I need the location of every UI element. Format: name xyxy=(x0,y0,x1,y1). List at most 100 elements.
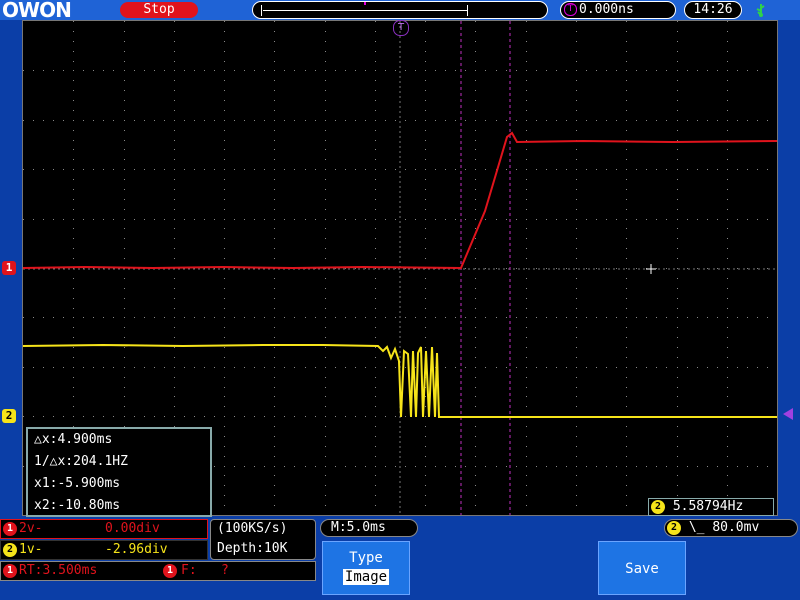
grid-dot xyxy=(616,268,617,269)
grid-dot xyxy=(717,120,718,121)
grid-dot xyxy=(174,80,175,81)
grid-dot xyxy=(174,149,175,150)
grid-dot xyxy=(717,70,718,71)
grid-dot xyxy=(375,110,376,111)
logo-text: OWON xyxy=(2,0,72,22)
grid-dot xyxy=(425,347,426,348)
ch1-offset-marker[interactable]: 1 xyxy=(2,261,16,275)
grid-dot xyxy=(475,396,476,397)
grid-dot xyxy=(727,298,728,299)
grid-dot xyxy=(174,406,175,407)
grid-dot xyxy=(747,219,748,220)
grid-dot xyxy=(325,179,326,180)
grid-dot xyxy=(395,70,396,71)
grid-dot xyxy=(455,466,456,467)
grid-dot xyxy=(677,238,678,239)
grid-dot xyxy=(666,70,667,71)
grid-dot xyxy=(73,219,74,220)
grid-dot xyxy=(83,219,84,220)
grid-dot xyxy=(636,70,637,71)
grid-dot xyxy=(375,31,376,32)
grid-dot xyxy=(606,120,607,121)
grid-dot xyxy=(405,219,406,220)
grid-dot xyxy=(325,308,326,309)
grid-dot xyxy=(626,149,627,150)
grid-dot xyxy=(174,288,175,289)
grid-dot xyxy=(677,426,678,427)
grid-dot xyxy=(53,169,54,170)
trigger-level-marker[interactable] xyxy=(783,408,793,420)
grid-dot xyxy=(425,120,426,121)
grid-dot xyxy=(375,149,376,150)
grid-dot xyxy=(526,258,527,259)
grid-dot xyxy=(274,209,275,210)
grid-dot xyxy=(455,367,456,368)
grid-dot xyxy=(355,416,356,417)
grid-dot xyxy=(325,426,326,427)
grid-dot xyxy=(365,317,366,318)
grid-dot xyxy=(475,327,476,328)
grid-dot xyxy=(475,140,476,141)
grid-dot xyxy=(435,219,436,220)
grid-dot xyxy=(174,21,175,22)
grid-dot xyxy=(636,466,637,467)
save-button[interactable]: Save xyxy=(598,541,686,595)
grid-dot xyxy=(184,169,185,170)
grid-dot xyxy=(697,466,698,467)
grid-dot xyxy=(475,228,476,229)
grid-dot xyxy=(526,456,527,457)
grid-dot xyxy=(425,209,426,210)
grid-dot xyxy=(284,466,285,467)
frequency-value: 5.58794Hz xyxy=(672,499,744,514)
grid-dot xyxy=(274,288,275,289)
grid-dot xyxy=(73,248,74,249)
grid-dot xyxy=(274,31,275,32)
grid-dot xyxy=(264,367,265,368)
grid-dot xyxy=(124,416,125,417)
grid-dot xyxy=(485,466,486,467)
grid-dot xyxy=(174,416,175,417)
grid-dot xyxy=(63,120,64,121)
grid-dot xyxy=(375,466,376,467)
grid-dot xyxy=(375,387,376,388)
grid-dot xyxy=(727,159,728,160)
grid-dot xyxy=(576,21,577,22)
grid-dot xyxy=(224,278,225,279)
grid-dot xyxy=(526,288,527,289)
grid-dot xyxy=(677,475,678,476)
grid-dot xyxy=(576,110,577,111)
grid-dot xyxy=(677,278,678,279)
grid-dot xyxy=(727,288,728,289)
grid-dot xyxy=(576,199,577,200)
grid-dot xyxy=(475,446,476,447)
grid-dot xyxy=(73,130,74,131)
grid-dot xyxy=(274,189,275,190)
type-button[interactable]: Type Image xyxy=(322,541,410,595)
grid-dot xyxy=(214,70,215,71)
grid-dot xyxy=(83,120,84,121)
grid-dot xyxy=(425,456,426,457)
grid-dot xyxy=(194,219,195,220)
grid-dot xyxy=(727,317,728,318)
grid-dot xyxy=(174,51,175,52)
grid-dot xyxy=(626,110,627,111)
grid-dot xyxy=(164,367,165,368)
grid-dot xyxy=(455,70,456,71)
grid-dot xyxy=(576,446,577,447)
grid-dot xyxy=(124,189,125,190)
grid-dot xyxy=(93,169,94,170)
grid-dot xyxy=(626,120,627,121)
grid-dot xyxy=(757,268,758,269)
grid-dot xyxy=(425,21,426,22)
grid-dot xyxy=(526,495,527,496)
grid-dot xyxy=(113,317,114,318)
grid-dot xyxy=(526,367,527,368)
ch2-offset-marker[interactable]: 2 xyxy=(2,409,16,423)
grid-dot xyxy=(224,298,225,299)
grid-dot xyxy=(727,100,728,101)
grid-dot xyxy=(626,446,627,447)
grid-dot xyxy=(576,179,577,180)
grid-dot xyxy=(315,219,316,220)
run-stop-indicator[interactable]: Stop xyxy=(120,2,198,18)
grid-dot xyxy=(43,120,44,121)
